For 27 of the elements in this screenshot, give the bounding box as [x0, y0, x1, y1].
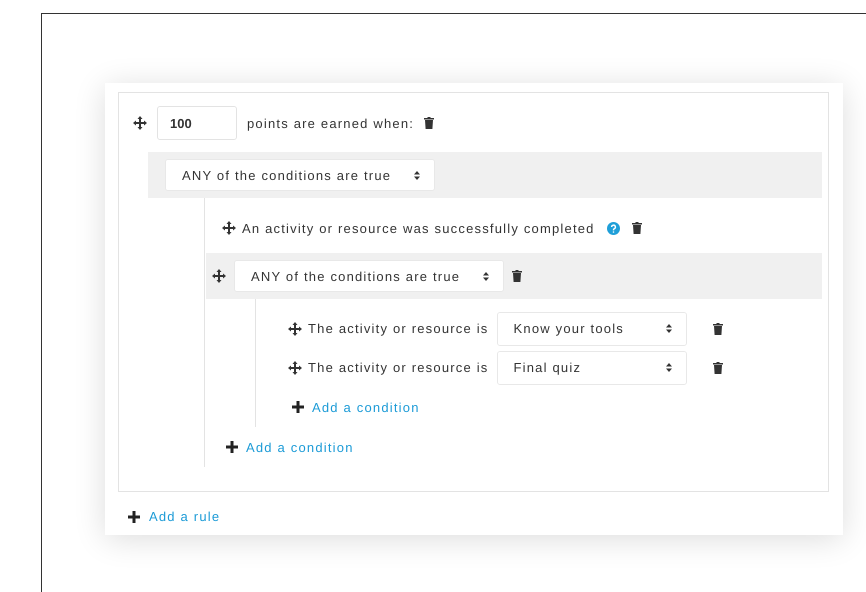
trash-icon[interactable]	[632, 222, 642, 234]
dropdown[interactable]: ANY of the conditions are true	[234, 260, 504, 292]
condition-label: The activity or resource is	[308, 360, 489, 375]
move-icon[interactable]	[222, 221, 236, 235]
move-icon[interactable]	[288, 322, 302, 336]
plus-icon	[128, 510, 140, 522]
dropdown[interactable]: Know your tools	[496, 312, 687, 346]
caret-icon	[666, 363, 672, 372]
help-icon[interactable]	[606, 222, 620, 234]
move-icon[interactable]	[133, 116, 147, 130]
trash-icon[interactable]	[712, 322, 723, 334]
plus-icon	[292, 401, 304, 413]
condition-label: The activity or resource is	[308, 321, 489, 336]
trash-icon[interactable]	[424, 117, 434, 129]
dropdown[interactable]: Final quiz	[496, 350, 687, 384]
move-icon[interactable]	[288, 360, 302, 374]
dropdown[interactable]: ANY of the conditions are true	[165, 159, 435, 191]
rule-label: points are earned when:	[247, 116, 414, 130]
move-icon[interactable]	[212, 269, 226, 283]
trash-icon[interactable]	[512, 270, 522, 282]
plus-icon	[226, 441, 238, 453]
condition-text: An activity or resource was successfully completed	[242, 220, 595, 236]
caret-icon	[666, 324, 672, 333]
trash-icon[interactable]	[712, 362, 723, 374]
caret-icon	[414, 170, 420, 180]
caret-icon	[483, 272, 489, 280]
points-field[interactable]: 100	[157, 106, 237, 140]
